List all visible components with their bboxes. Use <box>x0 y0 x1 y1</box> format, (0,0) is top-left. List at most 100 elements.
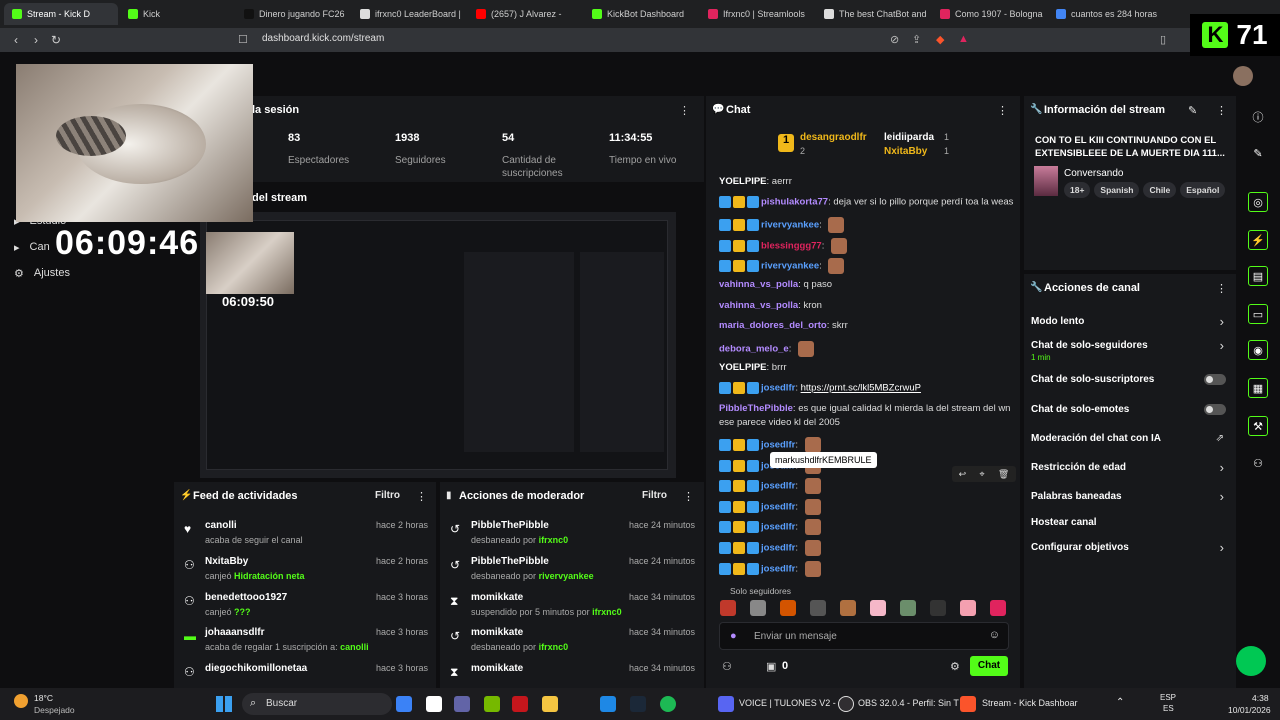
brave-icon[interactable] <box>960 696 976 712</box>
browser-tab[interactable]: cuantos es 284 horas <box>1048 3 1162 25</box>
delete-icon[interactable]: 🗑 <box>998 469 1009 480</box>
back-icon[interactable]: ‹ <box>6 33 26 47</box>
left-menu-item[interactable]: ⚙ Ajustes <box>14 267 160 280</box>
emote-icon[interactable] <box>900 600 916 616</box>
taskbar-search[interactable]: ⌕ Buscar <box>242 693 392 715</box>
more-icon[interactable]: ⋮ <box>1216 282 1227 295</box>
more-icon[interactable]: ⋮ <box>679 104 690 117</box>
discord-icon[interactable] <box>718 696 734 712</box>
channel-action-item[interactable]: Configurar objetivos › <box>1024 540 1236 562</box>
more-icon[interactable]: ⋮ <box>1216 104 1227 117</box>
mod-item[interactable]: ↺ momikkate desbaneado por ifrxnc0 hace 34 … <box>450 627 695 652</box>
taskbar-app-label[interactable]: VOICE | TULONES V2 - D <box>739 698 845 708</box>
mod-item-name[interactable]: momikkate <box>471 592 622 603</box>
nvidia-icon[interactable] <box>484 696 500 712</box>
steam-icon[interactable] <box>630 696 646 712</box>
chat-username[interactable]: josedlfr <box>761 440 795 451</box>
browser-tab[interactable]: Dinero jugando FC26 <box>236 3 350 25</box>
toggle-switch[interactable] <box>1204 374 1226 385</box>
emote-icon[interactable] <box>780 600 796 616</box>
feed-item-name[interactable]: johaaansdlfr <box>205 627 369 638</box>
url-field[interactable]: dashboard.kick.com/stream <box>262 33 384 44</box>
taskbar-app-label[interactable]: Stream - Kick Dashboar <box>982 698 1078 708</box>
chat-username[interactable]: PibbleThePibble <box>719 403 793 414</box>
browser-tab[interactable]: ifrxnc0 LeaderBoard | <box>352 3 466 25</box>
emote-icon[interactable] <box>840 600 856 616</box>
copilot-icon[interactable] <box>396 696 412 712</box>
brave-shield-icon[interactable]: ◆ <box>936 33 944 46</box>
mic-icon[interactable]: ● <box>730 630 737 642</box>
feed-item[interactable]: ▬ johaaansdlfr acaba de regalar 1 suscripc… <box>184 627 428 652</box>
feed-item-name[interactable]: benedettoоо1927 <box>205 592 287 603</box>
chat-message[interactable]: josedlfr: <box>719 437 821 453</box>
points-icon[interactable]: ⚇ <box>722 660 732 673</box>
chat-username[interactable]: josedlfr <box>761 564 795 575</box>
chat-message[interactable]: pishulakorta77: deja ver si lo pillo por… <box>719 196 1013 208</box>
feed-item[interactable]: ⚇ diegochikomillonetaa hace 3 horas <box>184 663 428 679</box>
mod-item[interactable]: ↺ PibbleThePibble desbaneado por ifrxnc0 ha… <box>450 520 695 545</box>
chat-username[interactable]: pishulakorta77 <box>761 197 828 208</box>
chat-message[interactable]: YOELPIPE: aerrr <box>719 176 792 187</box>
chat-message[interactable]: josedlfr: <box>719 519 821 535</box>
chat-username[interactable]: blessinggg77 <box>761 241 822 252</box>
help-fab[interactable] <box>1236 646 1266 676</box>
chat-message[interactable]: blessinggg77: <box>719 238 847 254</box>
chat-username[interactable]: debora_melo_e <box>719 344 789 355</box>
chat-message[interactable]: PibbleThePibble: es que igual calidad kl… <box>719 403 1010 414</box>
chat-input[interactable]: ● Enviar un mensaje ☺ <box>719 622 1009 650</box>
chat-message[interactable]: josedlfr: <box>719 499 821 515</box>
info-icon[interactable]: ⓘ <box>1248 108 1268 128</box>
chat-message[interactable]: josedlfr: <box>719 561 821 577</box>
chat-text[interactable]: https://prnt.sc/lkl5MBZcrwuP <box>801 383 921 394</box>
feed-item[interactable]: ⚇ NxitaBby canjeó Hidratación neta hace 2 h… <box>184 556 428 581</box>
mod-item-by[interactable]: ifrxnc0 <box>539 535 569 545</box>
broadcast-icon[interactable]: ◉ <box>1248 340 1268 360</box>
mod-item-name[interactable]: momikkate <box>471 627 568 638</box>
taskbar-app-label[interactable]: OBS 32.0.4 - Perfil: Sin T <box>858 698 959 708</box>
emote-icon[interactable] <box>930 600 946 616</box>
channel-action-item[interactable]: Chat de solo-suscriptores <box>1024 374 1236 394</box>
forward-icon[interactable]: › <box>26 33 46 47</box>
emote-icon[interactable] <box>990 600 1006 616</box>
tray-chevron-icon[interactable]: ⌃ <box>1116 697 1124 708</box>
sidebar-toggle-icon[interactable]: ▯ <box>1160 33 1166 46</box>
toggle-switch[interactable] <box>1204 404 1226 415</box>
chat-message[interactable]: vahinna_vs_polla: q paso <box>719 279 832 290</box>
browser-tab[interactable]: KickBot Dashboard <box>584 3 698 25</box>
browser-tab[interactable]: The best ChatBot and <box>816 3 930 25</box>
channel-action-item[interactable]: Modo lento › <box>1024 314 1236 336</box>
chat-message[interactable]: rivervyankee: <box>719 258 845 274</box>
chat-username[interactable]: josedlfr <box>761 481 795 492</box>
channel-action-item[interactable]: Hostear canal <box>1024 517 1236 537</box>
chat-username[interactable]: josedlfr <box>761 522 795 533</box>
lang-top[interactable]: ESP <box>1160 693 1176 702</box>
chat-username[interactable]: YOELPIPE <box>719 362 767 373</box>
chat-message[interactable]: ese parece video kl del 2005 <box>719 417 840 428</box>
mod-item[interactable]: ⧗ momikkate hace 34 minutos <box>450 663 695 679</box>
mod-item-name[interactable]: PibbleThePibble <box>471 520 568 531</box>
emote-icon[interactable] <box>720 600 736 616</box>
bolt-icon[interactable]: ⚡ <box>1248 230 1268 250</box>
reload-icon[interactable]: ↻ <box>46 33 66 47</box>
chat-username[interactable]: rivervyankee <box>761 220 819 231</box>
stream-preview[interactable]: 06:09:50 <box>200 212 676 478</box>
chat-message[interactable]: josedlfr: <box>719 478 821 494</box>
chat-message[interactable]: josedlfr: https://prnt.sc/lkl5MBZcrwuP <box>719 382 921 394</box>
tool-icon[interactable]: ⚒ <box>1248 416 1268 436</box>
settings-icon[interactable]: ⚙ <box>950 660 960 673</box>
emote-icon[interactable] <box>960 600 976 616</box>
emote-icon[interactable] <box>870 600 886 616</box>
feed-item[interactable]: ♥ canolli acaba de seguir el canal hace 2 h… <box>184 520 428 545</box>
emote-icon[interactable] <box>810 600 826 616</box>
gift-icon[interactable]: ▣ <box>766 660 776 673</box>
stream-tag[interactable]: Chile <box>1143 182 1177 198</box>
chat-username[interactable]: YOELPIPE <box>719 176 767 187</box>
mod-item-name[interactable]: momikkate <box>471 663 523 674</box>
more-icon[interactable]: ⋮ <box>416 490 427 503</box>
browser-tab[interactable]: (2657) J Alvarez - <box>468 3 582 25</box>
emoji-icon[interactable]: ☺ <box>989 629 1000 641</box>
feed-filter-button[interactable]: Filtro <box>375 490 400 501</box>
folder-icon[interactable] <box>542 696 558 712</box>
app-icon[interactable] <box>512 696 528 712</box>
stream-tag[interactable]: Español <box>1180 182 1226 198</box>
